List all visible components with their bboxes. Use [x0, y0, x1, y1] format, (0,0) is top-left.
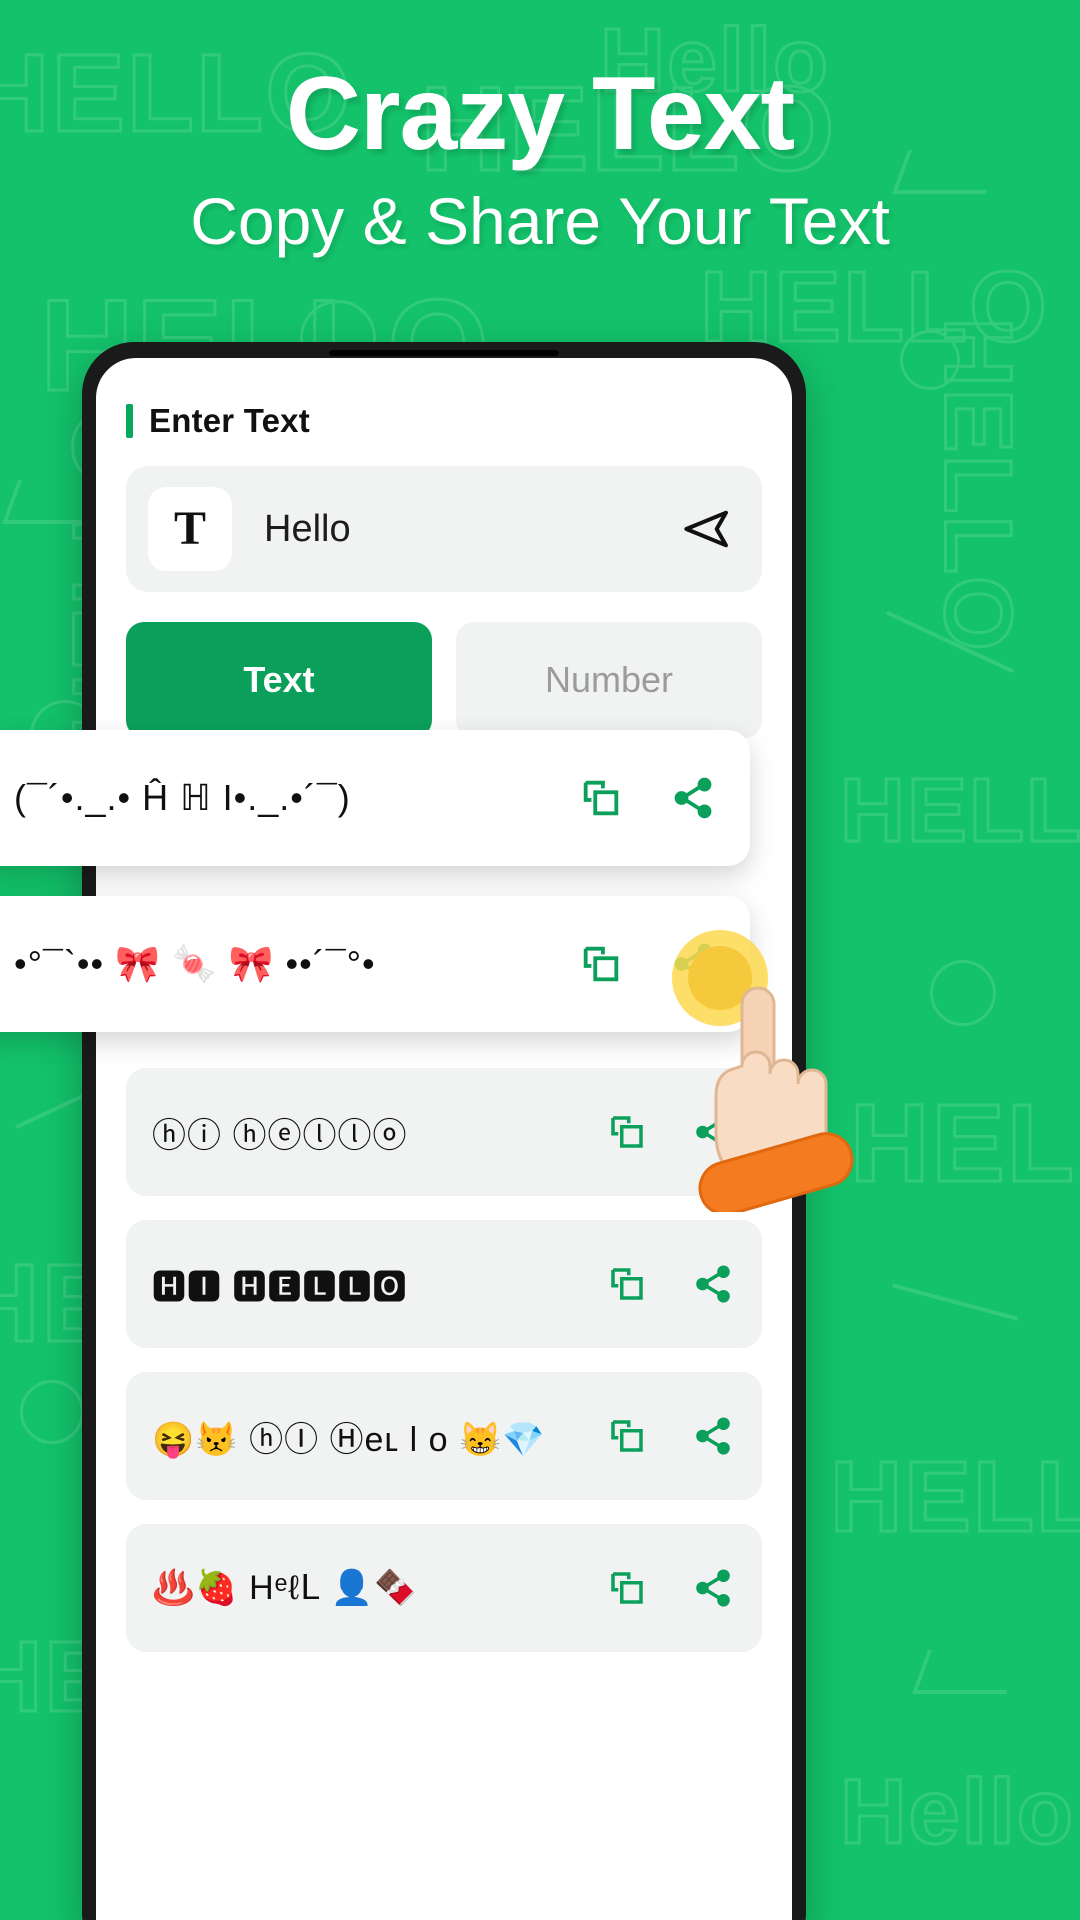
enter-text-section-label: Enter Text	[126, 402, 792, 440]
result-row[interactable]: ♨️🍓 Hᵉℓᒪ 👤🍫	[126, 1524, 762, 1652]
text-format-icon-glyph: T	[173, 502, 206, 555]
result-text: ⓗⓘ ⓗⓔⓛⓛⓞ	[152, 1116, 408, 1155]
copy-icon[interactable]	[578, 941, 624, 987]
copy-icon[interactable]	[578, 775, 624, 821]
copy-icon[interactable]	[604, 1565, 650, 1611]
promo-screenshot: HELLO Hello HELLO HELLO HELLO HELLO HELL…	[0, 0, 1080, 1920]
app-screen: Enter Text T Hello Text Number ⓗⓘ ⓗⓔⓛⓛⓞ …	[96, 358, 792, 1920]
accent-bar-icon	[126, 404, 133, 438]
result-row[interactable]: ⓗⓘ ⓗⓔⓛⓛⓞ	[126, 1068, 762, 1196]
result-text: 🅷🅸 🅷🅴🅻🅻🅾	[152, 1268, 408, 1307]
share-icon[interactable]	[690, 1413, 736, 1459]
result-actions	[588, 1261, 736, 1307]
result-actions	[588, 1565, 736, 1611]
result-text: 😝😾 ⓗⒾ Ⓗeʟ l o 😸💎	[152, 1420, 546, 1459]
section-label-text: Enter Text	[149, 402, 310, 439]
share-icon[interactable]	[690, 1109, 736, 1155]
result-text: •°¯`•• 🎀 🍬 🎀 ••´¯°•	[14, 943, 376, 984]
result-row-elevated[interactable]: (¯´•._.• Ĥ ℍ I•._.•´¯)	[0, 730, 750, 866]
phone-screen: Enter Text T Hello Text Number ⓗⓘ ⓗⓔⓛⓛⓞ …	[96, 358, 792, 1920]
tab-text-label: Text	[243, 659, 315, 700]
result-text: (¯´•._.• Ĥ ℍ I•._.•´¯)	[14, 777, 351, 818]
result-actions	[588, 1413, 736, 1459]
share-icon[interactable]	[690, 1565, 736, 1611]
mode-tabs: Text Number	[126, 622, 762, 738]
tab-text[interactable]: Text	[126, 622, 432, 738]
result-actions	[588, 1109, 736, 1155]
result-row[interactable]: 😝😾 ⓗⒾ Ⓗeʟ l o 😸💎	[126, 1372, 762, 1500]
result-row[interactable]: 🅷🅸 🅷🅴🅻🅻🅾	[126, 1220, 762, 1348]
page-title: Crazy Text	[285, 56, 795, 172]
tab-number[interactable]: Number	[456, 622, 762, 738]
phone-mockup: Enter Text T Hello Text Number ⓗⓘ ⓗⓔⓛⓛⓞ …	[82, 342, 806, 1920]
share-icon[interactable]	[670, 775, 716, 821]
copy-icon[interactable]	[604, 1109, 650, 1155]
text-format-icon: T	[148, 487, 232, 571]
share-icon[interactable]	[690, 1261, 736, 1307]
phone-speaker	[329, 350, 559, 356]
result-actions	[562, 775, 716, 821]
promo-header: Crazy Text Copy & Share Your Text	[0, 0, 1080, 254]
send-icon[interactable]	[670, 494, 740, 564]
result-row-elevated[interactable]: •°¯`•• 🎀 🍬 🎀 ••´¯°•	[0, 896, 750, 1032]
tab-number-label: Number	[544, 659, 674, 700]
copy-icon[interactable]	[604, 1261, 650, 1307]
copy-icon[interactable]	[604, 1413, 650, 1459]
result-text: ♨️🍓 Hᵉℓᒪ 👤🍫	[152, 1569, 418, 1607]
result-actions	[562, 941, 716, 987]
text-input-value[interactable]: Hello	[264, 508, 670, 551]
text-input-row[interactable]: T Hello	[126, 466, 762, 592]
page-subtitle: Copy & Share Your Text	[190, 184, 890, 258]
share-icon[interactable]	[670, 941, 716, 987]
